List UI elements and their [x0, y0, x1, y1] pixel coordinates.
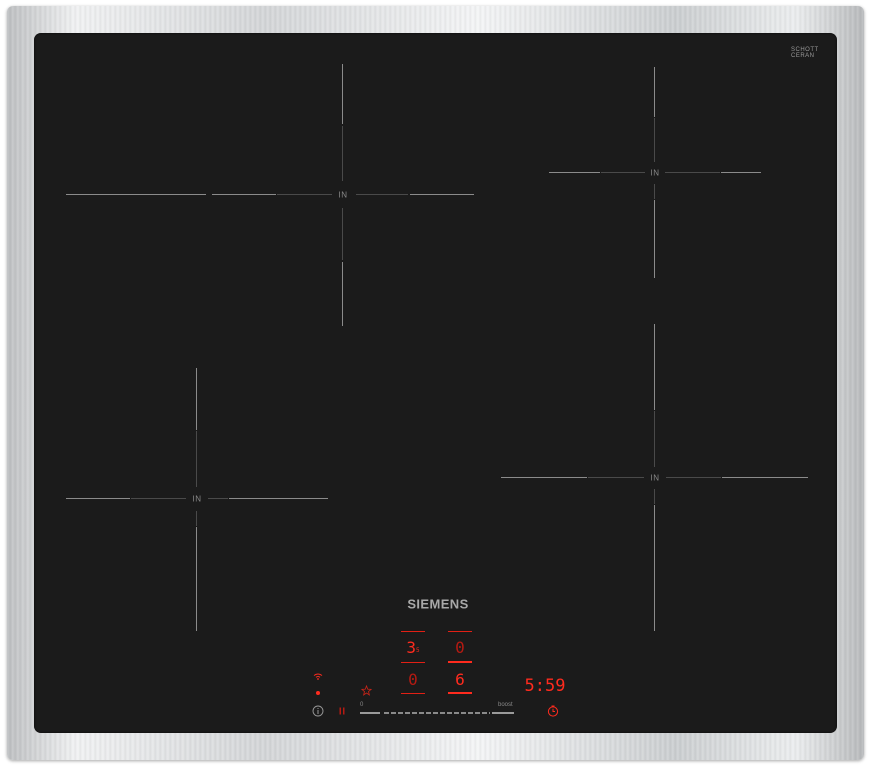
zone-marking [410, 194, 474, 195]
zone-marking [208, 498, 228, 499]
timer-value: 5:59 [524, 676, 566, 696]
zone-marking [666, 477, 721, 478]
zone-selector-rear-right-top-line [448, 631, 472, 632]
zone-marking [342, 262, 343, 326]
zone-marking [654, 67, 655, 117]
ceramic-glass-surface [34, 33, 837, 733]
zone-selector-front-right[interactable]: 6 [447, 669, 473, 689]
zone-marking [654, 118, 655, 162]
zone-label-rear-right: IN [650, 168, 660, 178]
slider-boost-segment[interactable] [492, 712, 514, 714]
power-level-rear-left-suffix: 5 [416, 646, 420, 654]
zone-marking [66, 194, 206, 195]
zone-marking [131, 498, 186, 499]
zone-marking [342, 126, 343, 181]
zone-marking [342, 64, 343, 124]
status-dot-icon [315, 690, 321, 696]
zone-marking [654, 489, 655, 504]
power-level-rear-right: 0 [455, 637, 465, 657]
zone-marking [654, 411, 655, 467]
schott-logo-line2: CERAN [791, 53, 815, 59]
slider-boost-label: boost [498, 702, 513, 708]
zone-marking [654, 324, 655, 410]
power-level-rear-left: 3 [406, 637, 416, 657]
zone-marking [549, 172, 600, 173]
zone-marking [665, 172, 720, 173]
zone-marking [654, 505, 655, 631]
zone-selector-divider [401, 662, 425, 663]
zone-selector-rear-right[interactable]: 0 [447, 637, 473, 657]
timer-display[interactable]: 5:59 [520, 676, 570, 696]
zone-marking [654, 200, 655, 278]
info-glyph [312, 705, 324, 717]
favourite-star-icon[interactable] [359, 683, 373, 697]
zone-selector-divider-active [448, 661, 472, 663]
pause-glyph [339, 707, 345, 715]
power-level-front-left: 0 [408, 669, 418, 689]
slider-min-label: 0 [360, 702, 364, 708]
wifi-icon-glyph [313, 673, 323, 680]
zone-marking [342, 208, 343, 260]
zone-marking [196, 511, 197, 526]
clock-glyph [547, 705, 559, 717]
pause-icon[interactable] [337, 705, 347, 717]
slider-start-segment[interactable] [360, 712, 380, 714]
zone-label-front-left: IN [192, 494, 202, 504]
zone-marking [501, 477, 587, 478]
zone-label-front-right: IN [650, 473, 660, 483]
zone-label-rear-left: IN [338, 190, 348, 200]
zone-marking [601, 172, 645, 173]
timer-clock-icon[interactable] [546, 704, 560, 718]
zone-selector-rear-left-top-line [401, 631, 425, 632]
brand-logo: SIEMENS [407, 596, 469, 612]
zone-marking [66, 498, 130, 499]
zone-selector-bottom-line [401, 693, 425, 694]
star-glyph [360, 684, 372, 696]
zone-marking [356, 194, 408, 195]
zone-selector-rear-left[interactable]: 35 [400, 637, 426, 657]
schott-ceran-logo: SCHOTT CERAN [791, 47, 819, 59]
wifi-icon[interactable] [312, 671, 324, 681]
zone-marking [588, 477, 644, 478]
zone-selector-front-left[interactable]: 0 [400, 669, 426, 689]
power-slider[interactable] [384, 712, 490, 714]
zone-marking [722, 477, 808, 478]
zone-marking [196, 431, 197, 487]
zone-marking [229, 498, 328, 499]
zone-marking [721, 172, 761, 173]
zone-marking [277, 194, 332, 195]
zone-marking [196, 527, 197, 631]
zone-selector-active-underline [448, 692, 472, 694]
zone-marking [196, 368, 197, 430]
zone-marking [212, 194, 276, 195]
info-icon[interactable] [311, 704, 325, 718]
zone-marking [654, 184, 655, 199]
power-level-front-right: 6 [455, 669, 465, 689]
